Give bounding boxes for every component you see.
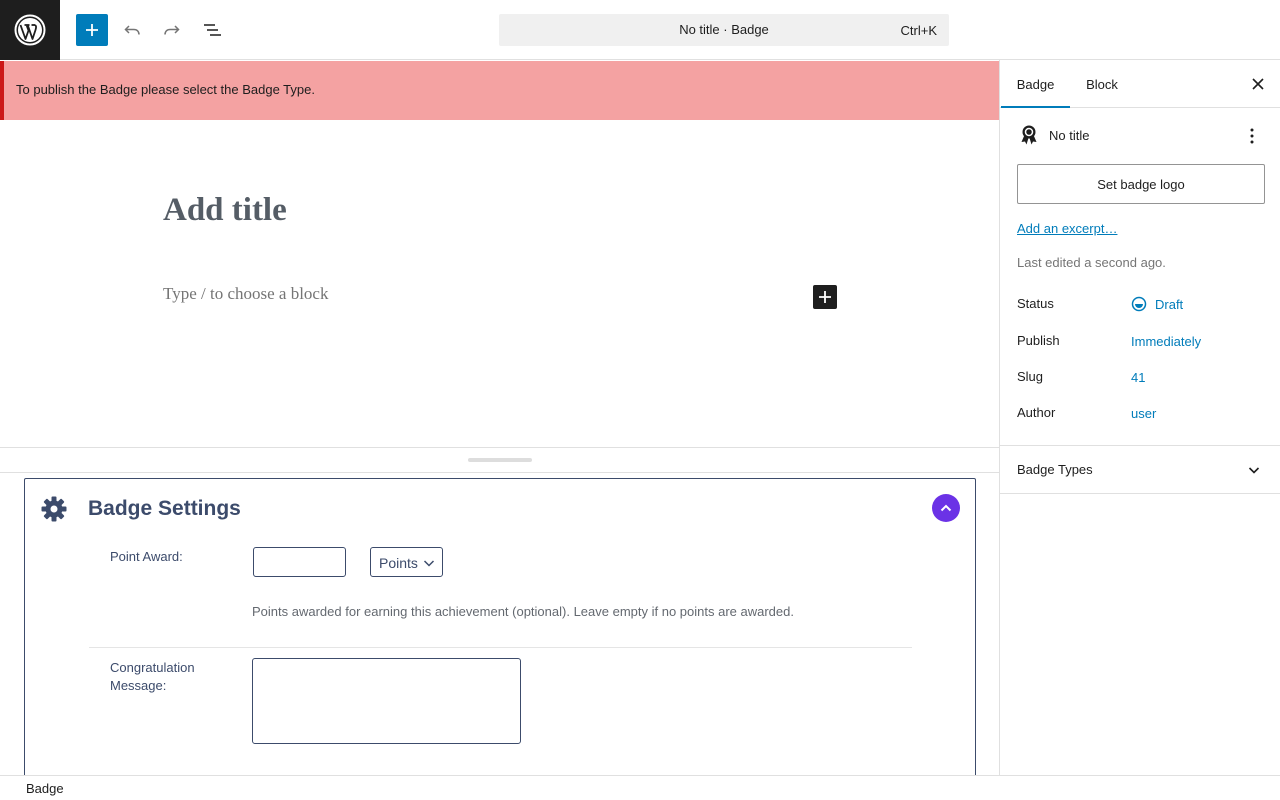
slug-label: Slug <box>1017 369 1044 384</box>
set-badge-logo-button[interactable]: Set badge logo <box>1017 164 1265 204</box>
award-icon <box>1021 125 1037 145</box>
list-view-button[interactable] <box>196 14 228 46</box>
slug-value-button[interactable]: 41 <box>1131 370 1145 385</box>
plus-icon <box>86 24 98 36</box>
post-card-title: No title <box>1049 128 1090 143</box>
chevron-down-icon <box>423 556 435 572</box>
metabox-title: Badge Settings <box>88 497 241 520</box>
metabox-area: Badge Settings Point Award: Points Point… <box>0 473 999 775</box>
point-award-label: Point Award: <box>110 549 183 564</box>
editor-canvas: Add title Type / to choose a block <box>0 120 999 447</box>
field-divider <box>89 647 912 648</box>
tab-badge[interactable]: Badge <box>1001 60 1070 108</box>
close-icon <box>1252 78 1264 90</box>
editor-app: No title · Badge Ctrl+K To publish the B… <box>0 0 1280 800</box>
undo-icon <box>124 25 140 35</box>
document-title: No title · Badge <box>679 22 769 37</box>
redo-button[interactable] <box>156 14 188 46</box>
last-edited-text: Last edited a second ago. <box>1017 255 1166 270</box>
wordpress-icon[interactable] <box>0 0 60 60</box>
error-notice: To publish the Badge please select the B… <box>0 61 1000 120</box>
badge-types-label: Badge Types <box>1017 462 1093 477</box>
breadcrumb[interactable]: Badge <box>26 781 64 796</box>
publish-label: Publish <box>1017 333 1060 348</box>
congratulation-message-textarea[interactable] <box>252 658 521 744</box>
points-type-select[interactable]: Points <box>370 547 443 577</box>
publish-date-button[interactable]: Immediately <box>1131 334 1201 349</box>
gear-icon <box>41 496 67 522</box>
add-excerpt-link[interactable]: Add an excerpt… <box>1017 221 1117 236</box>
status-value-button[interactable]: Draft <box>1155 297 1183 312</box>
chevron-up-icon <box>940 504 952 512</box>
badge-settings-metabox: Badge Settings Point Award: Points Point… <box>24 478 976 775</box>
points-type-value: Points <box>379 555 418 571</box>
sidebar-tabs: Badge Block <box>1000 60 1280 108</box>
metabox-collapse-button[interactable] <box>932 494 960 522</box>
plus-icon <box>819 291 831 303</box>
default-block-appender[interactable]: Type / to choose a block <box>163 284 328 304</box>
add-block-button[interactable] <box>76 14 108 46</box>
more-vertical-icon <box>1250 128 1254 144</box>
notice-text: To publish the Badge please select the B… <box>16 82 315 97</box>
points-help-text: Points awarded for earning this achievem… <box>252 604 794 619</box>
post-title-input[interactable]: Add title <box>163 192 287 229</box>
undo-button[interactable] <box>116 14 148 46</box>
keyboard-shortcut: Ctrl+K <box>900 23 937 38</box>
status-label: Status <box>1017 296 1054 311</box>
command-palette-trigger[interactable]: No title · Badge Ctrl+K <box>499 14 949 46</box>
author-value-button[interactable]: user <box>1131 406 1156 421</box>
close-sidebar-button[interactable] <box>1247 73 1269 95</box>
badge-types-panel-toggle[interactable]: Badge Types <box>1000 445 1280 494</box>
inline-add-block-button[interactable] <box>813 285 837 309</box>
draft-status-icon <box>1131 296 1147 312</box>
block-breadcrumb-bar: Badge <box>0 775 1280 800</box>
list-view-icon <box>204 24 221 36</box>
congratulation-message-label: Congratulation Message: <box>110 660 195 693</box>
resize-handle[interactable] <box>468 458 532 462</box>
post-actions-button[interactable] <box>1244 126 1260 146</box>
redo-icon <box>164 25 180 35</box>
metabox-resize-bar <box>0 447 999 473</box>
tab-block[interactable]: Block <box>1070 60 1134 108</box>
settings-sidebar: Badge Block No title Set badge logo Add … <box>999 60 1280 775</box>
chevron-down-icon <box>1248 467 1260 474</box>
point-award-input[interactable] <box>253 547 346 577</box>
top-toolbar: No title · Badge Ctrl+K <box>0 0 1280 60</box>
author-label: Author <box>1017 405 1056 420</box>
